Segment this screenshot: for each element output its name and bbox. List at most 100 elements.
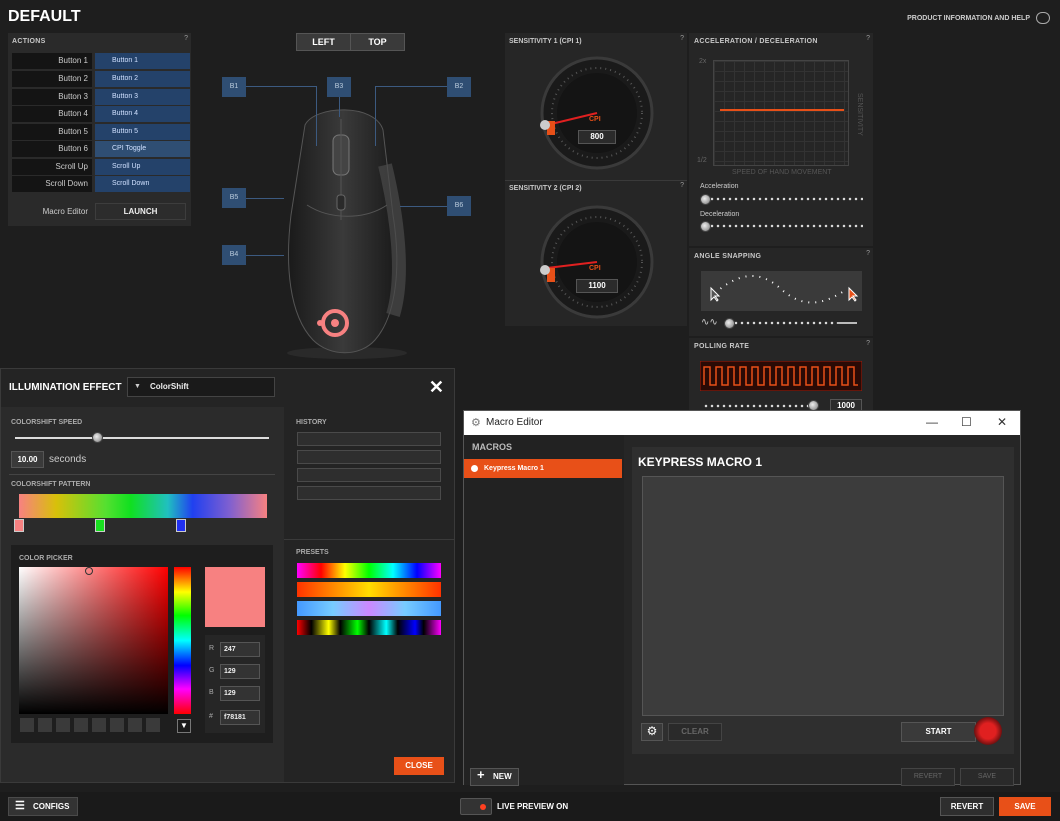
product-info-help-link[interactable]: PRODUCT INFORMATION AND HELP	[907, 15, 1030, 22]
deceleration-slider-track[interactable]	[703, 224, 863, 228]
color-swatch[interactable]	[128, 718, 142, 732]
button-b3-marker[interactable]: B3	[327, 77, 351, 97]
maximize-icon[interactable]: ☐	[961, 415, 972, 429]
history-slot[interactable]	[297, 450, 441, 464]
r-input[interactable]: 247	[220, 642, 260, 657]
live-preview-control[interactable]: LIVE PREVIEW ON	[460, 797, 580, 816]
angle-snapping-slider-track[interactable]	[727, 321, 837, 325]
action-binding[interactable]: Button 5	[95, 124, 190, 140]
action-binding[interactable]: CPI Toggle	[95, 141, 190, 157]
history-slot[interactable]	[297, 468, 441, 482]
b-input[interactable]: 129	[220, 686, 260, 701]
cloud-help-icon[interactable]	[1036, 12, 1050, 24]
color-swatch[interactable]	[56, 718, 70, 732]
colorshift-speed-slider[interactable]	[15, 437, 269, 439]
colorshift-speed-knob[interactable]	[92, 432, 103, 443]
action-binding[interactable]: Button 4	[95, 106, 190, 122]
history-slot[interactable]	[297, 486, 441, 500]
saturation-value-picker[interactable]	[19, 567, 168, 714]
action-binding[interactable]: Button 1	[95, 53, 190, 69]
button-b5-marker[interactable]: B5	[222, 188, 246, 208]
action-binding[interactable]: Button 2	[95, 71, 190, 87]
action-binding[interactable]: Scroll Up	[95, 159, 190, 175]
hue-slider[interactable]	[174, 567, 191, 714]
illumination-effect-select[interactable]: ▼ ColorShift	[127, 377, 275, 397]
color-swatch[interactable]	[20, 718, 34, 732]
colorshift-speed-value[interactable]: 10.00	[11, 451, 44, 468]
g-input[interactable]: 129	[220, 664, 260, 679]
color-swatch[interactable]	[38, 718, 52, 732]
view-top-tab[interactable]: TOP	[351, 34, 404, 50]
hex-input[interactable]: f78181	[220, 710, 260, 725]
macro-list-item[interactable]: Keypress Macro 1	[464, 459, 622, 478]
close-icon[interactable]: ✕	[429, 377, 444, 398]
history-slot[interactable]	[297, 432, 441, 446]
pattern-stop-blue[interactable]	[176, 519, 186, 532]
colorshift-pattern-gradient[interactable]	[19, 494, 267, 518]
action-row[interactable]: Button 4 Button 4	[12, 106, 190, 122]
cpi-2-dial[interactable]	[537, 202, 657, 322]
pattern-stop-red[interactable]	[14, 519, 24, 532]
record-icon[interactable]	[974, 717, 1002, 745]
button-b2-marker[interactable]: B2	[447, 77, 471, 97]
action-row[interactable]: Button 6 CPI Toggle	[12, 141, 190, 157]
action-row[interactable]: Button 3 Button 3	[12, 89, 190, 105]
help-question-icon[interactable]: ?	[680, 35, 684, 42]
help-question-icon[interactable]: ?	[680, 182, 684, 189]
start-recording-button[interactable]: START	[901, 722, 976, 742]
cpi-1-value[interactable]: 800	[578, 130, 616, 144]
picker-handle[interactable]	[85, 567, 93, 575]
acceleration-curve[interactable]	[713, 60, 849, 166]
angle-snapping-slider-knob[interactable]	[724, 318, 735, 329]
color-swatch[interactable]	[146, 718, 160, 732]
save-button[interactable]: SAVE	[999, 797, 1051, 816]
view-left-tab[interactable]: LEFT	[297, 34, 351, 50]
macro-keystroke-area[interactable]	[642, 476, 1004, 716]
action-row[interactable]: Scroll Down Scroll Down	[12, 176, 190, 192]
help-question-icon[interactable]: ?	[184, 35, 188, 42]
color-swatch[interactable]	[74, 718, 88, 732]
color-swatch[interactable]	[92, 718, 106, 732]
acceleration-line[interactable]	[720, 109, 844, 111]
preset-sky[interactable]	[297, 601, 441, 616]
hue-dropdown-icon[interactable]: ▼	[177, 719, 191, 733]
help-question-icon[interactable]: ?	[866, 250, 870, 257]
revert-button[interactable]: REVERT	[940, 797, 994, 816]
configs-button[interactable]: ☰ CONFIGS	[8, 797, 78, 816]
minimize-icon[interactable]: —	[926, 415, 938, 429]
deceleration-slider-knob[interactable]	[700, 221, 711, 232]
action-binding[interactable]: Button 3	[95, 89, 190, 105]
action-row[interactable]: Button 5 Button 5	[12, 124, 190, 140]
action-label: Button 6	[12, 141, 92, 157]
new-macro-button[interactable]: + NEW	[470, 767, 519, 786]
action-row[interactable]: Button 2 Button 2	[12, 71, 190, 87]
acceleration-slider-track[interactable]	[703, 197, 863, 201]
macro-save-button[interactable]: SAVE	[960, 768, 1014, 786]
help-question-icon[interactable]: ?	[866, 35, 870, 42]
illumination-close-button[interactable]: CLOSE	[394, 757, 444, 775]
acceleration-slider-knob[interactable]	[700, 194, 711, 205]
clear-button[interactable]: CLEAR	[668, 723, 722, 741]
launch-macro-editor-button[interactable]: LAUNCH	[95, 203, 186, 220]
live-indicator-icon	[480, 804, 486, 810]
action-row[interactable]: Button 1 Button 1	[12, 53, 190, 69]
cpi-1-dial[interactable]	[537, 53, 657, 173]
color-swatch[interactable]	[110, 718, 124, 732]
help-question-icon[interactable]: ?	[866, 340, 870, 347]
preset-fire[interactable]	[297, 582, 441, 597]
action-row[interactable]: Scroll Up Scroll Up	[12, 159, 190, 175]
close-icon[interactable]: ✕	[997, 415, 1007, 429]
mouse-image	[287, 109, 407, 359]
preset-rainbow[interactable]	[297, 563, 441, 578]
pattern-stop-green[interactable]	[95, 519, 105, 532]
button-b4-marker[interactable]: B4	[222, 245, 246, 265]
macro-revert-button[interactable]: REVERT	[901, 768, 955, 786]
cpi-2-value[interactable]: 1100	[576, 279, 618, 293]
preset-breathing[interactable]	[297, 620, 441, 635]
action-binding[interactable]: Scroll Down	[95, 176, 190, 192]
gear-icon[interactable]: ⚙	[641, 723, 663, 741]
live-preview-toggle[interactable]	[460, 798, 492, 815]
button-b1-marker[interactable]: B1	[222, 77, 246, 97]
button-b6-marker[interactable]: B6	[447, 196, 471, 216]
polling-rate-slider-track[interactable]	[703, 404, 818, 408]
